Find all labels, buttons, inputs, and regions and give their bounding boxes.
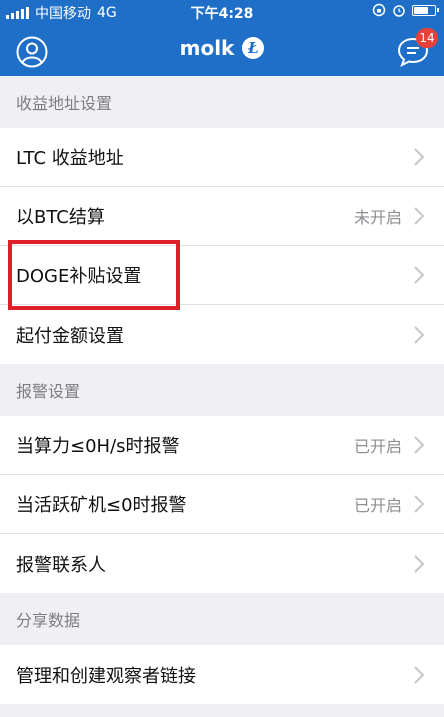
- row-ltc-income-address[interactable]: LTC 收益地址: [0, 128, 444, 187]
- page-title: molk Ł: [0, 36, 444, 60]
- row-value: 未开启: [353, 208, 402, 227]
- row-value: 已开启: [353, 496, 402, 515]
- chevron-right-icon: [414, 495, 425, 513]
- chevron-right-icon: [414, 554, 425, 573]
- row-minimum-payout-settings[interactable]: 起付金额设置: [0, 305, 444, 364]
- messages-button[interactable]: 14: [396, 28, 438, 68]
- row-alert-contacts[interactable]: 报警联系人: [0, 534, 444, 593]
- row-doge-subsidy-settings[interactable]: DOGE补贴设置: [0, 246, 444, 305]
- section-header-share-data: 分享数据: [0, 593, 444, 645]
- row-label: DOGE补贴设置: [16, 266, 142, 287]
- battery-icon: [412, 4, 439, 16]
- litecoin-icon: Ł: [242, 37, 265, 59]
- row-active-miners-alert[interactable]: 当活跃矿机≤0时报警 已开启: [0, 475, 444, 534]
- navigation-bar: molk Ł 14: [0, 24, 444, 76]
- row-btc-settlement[interactable]: 以BTC结算 未开启: [0, 187, 444, 246]
- status-bar: 中国移动 4G 下午4:28: [0, 0, 444, 24]
- section-header-income-address: 收益地址设置: [0, 76, 444, 128]
- top-bar: 中国移动 4G 下午4:28 molk Ł 14: [0, 0, 444, 76]
- chevron-right-icon: [414, 665, 425, 684]
- chevron-right-icon: [414, 207, 425, 225]
- chevron-right-icon: [414, 266, 425, 284]
- orientation-lock-icon: [372, 3, 386, 17]
- chevron-right-icon: [414, 436, 425, 454]
- row-label: LTC 收益地址: [16, 148, 124, 169]
- alarm-icon: [393, 5, 405, 17]
- chevron-right-icon: [414, 148, 425, 166]
- row-value: 已开启: [353, 437, 402, 456]
- unread-count-badge: 14: [416, 28, 438, 48]
- row-hashrate-alert[interactable]: 当算力≤0H/s时报警 已开启: [0, 416, 444, 475]
- row-label: 起付金额设置: [16, 325, 124, 347]
- chevron-right-icon: [414, 325, 425, 344]
- section-header-alerts: 报警设置: [0, 364, 444, 416]
- settings-list: 收益地址设置 LTC 收益地址 以BTC结算 未开启 DOGE补贴设置 起付金额…: [0, 76, 444, 704]
- row-label: 报警联系人: [16, 554, 106, 576]
- row-label: 以BTC结算: [16, 207, 105, 228]
- row-label: 当活跃矿机≤0时报警: [16, 495, 187, 516]
- row-label: 当算力≤0H/s时报警: [16, 436, 180, 457]
- row-label: 管理和创建观察者链接: [16, 665, 196, 687]
- row-observer-links[interactable]: 管理和创建观察者链接: [0, 645, 444, 704]
- account-name: molk: [179, 36, 235, 60]
